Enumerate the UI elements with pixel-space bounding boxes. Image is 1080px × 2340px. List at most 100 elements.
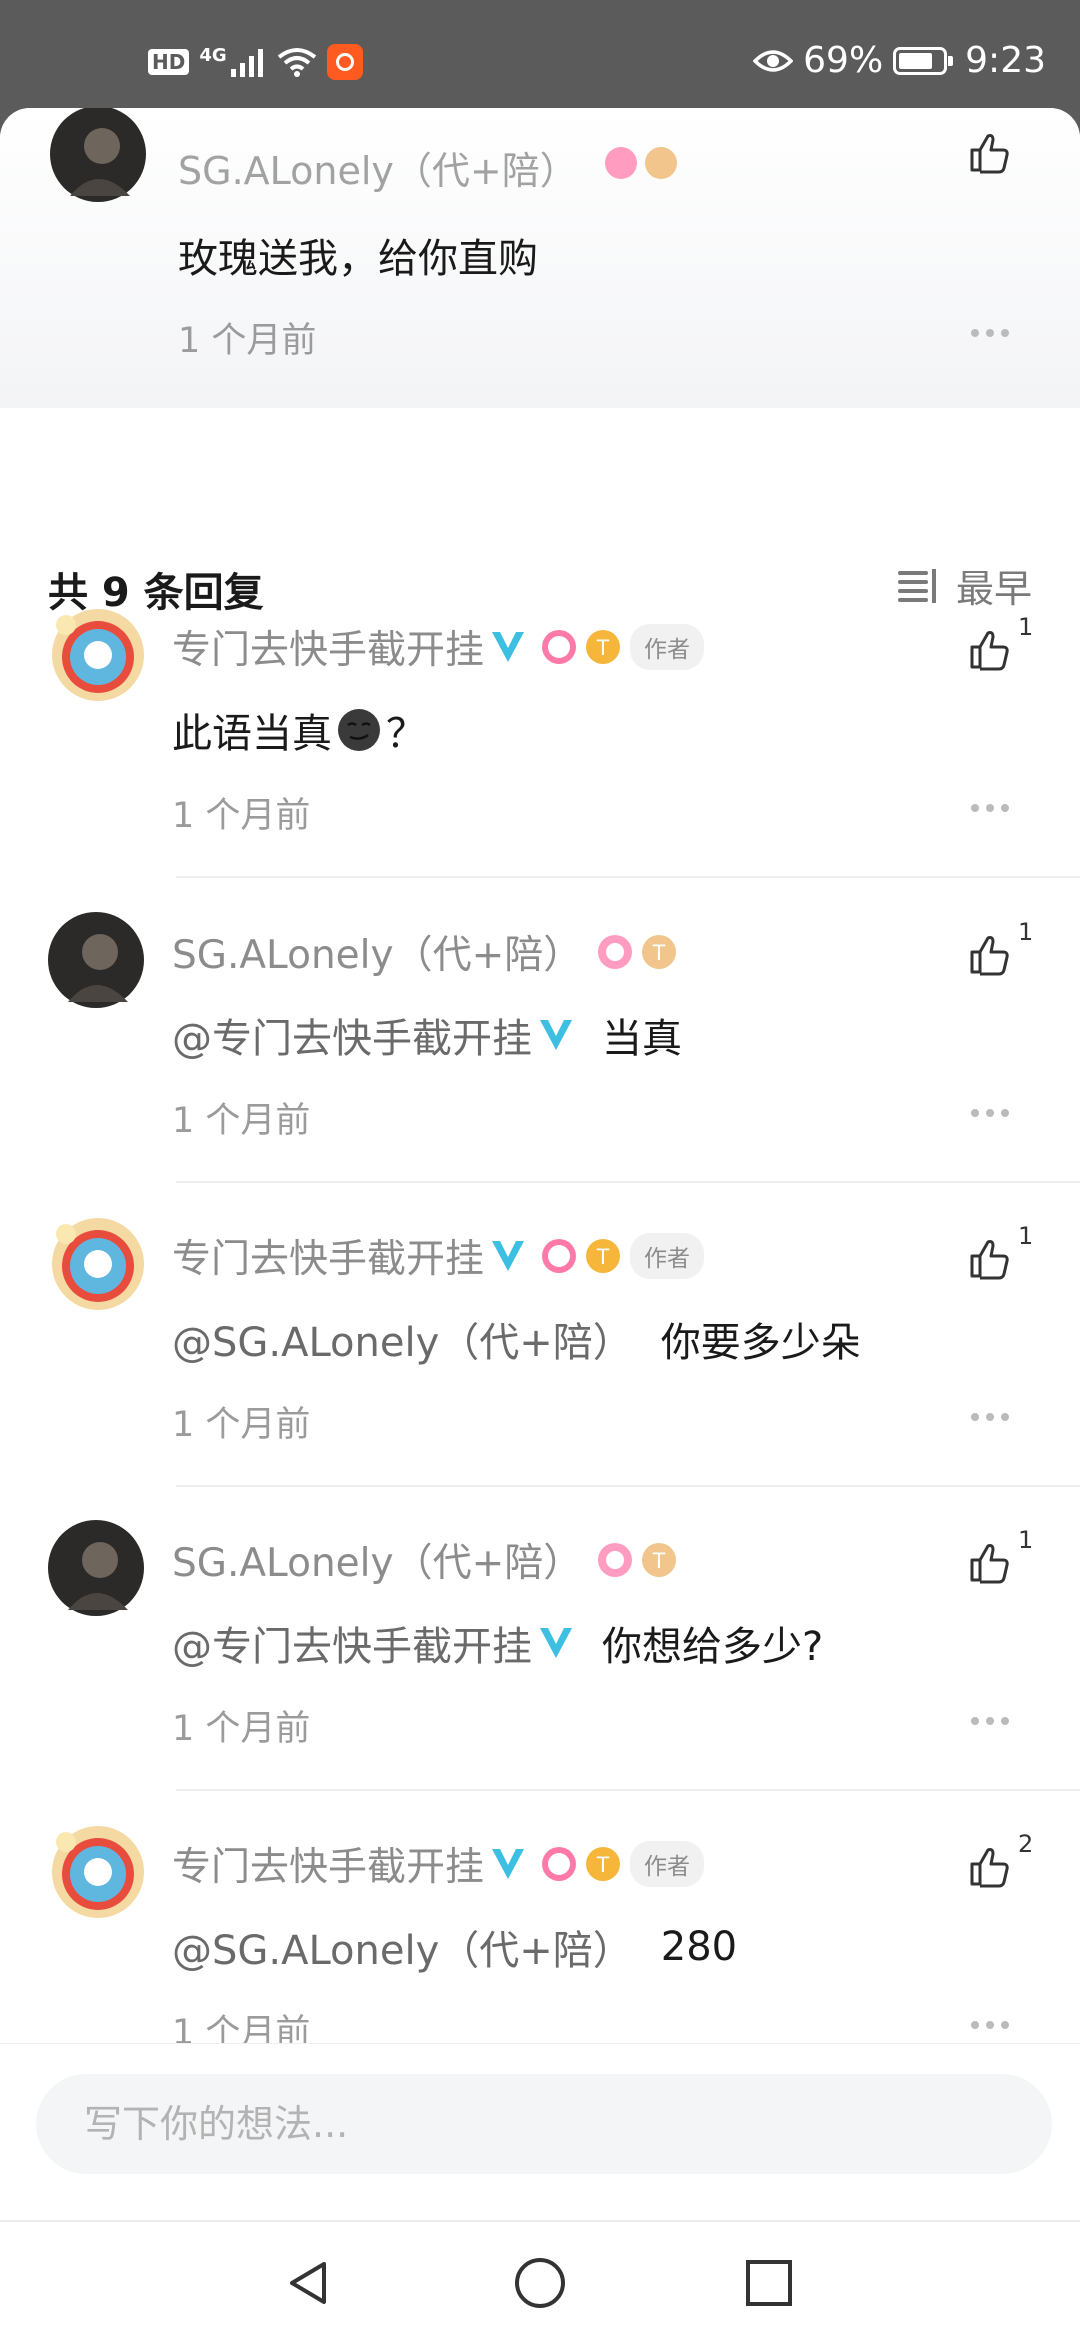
back-icon[interactable] [284, 2258, 334, 2308]
reply-text: 此语当真 [172, 711, 332, 757]
reply-text-suffix: ？ [386, 711, 426, 757]
like-count: 1 [1018, 1222, 1034, 1250]
pink-level-badge-icon [542, 1847, 577, 1881]
mention-link[interactable]: @SG.ALonely（代+陪） [172, 1918, 633, 1976]
like-icon[interactable] [966, 1538, 1014, 1586]
reply-item: SG.ALonely（代+陪） T 1 @专门去快手截开挂 当真 1 个月前 [0, 878, 1080, 1183]
mention-link[interactable]: @SG.ALonely（代+陪） [172, 1310, 633, 1368]
verified-v-icon [540, 1020, 572, 1050]
reply-item: 专门去快手截开挂 T 作者 1 @SG.ALonely（代+陪） 你要多少朵 1… [0, 1182, 1080, 1487]
mention-link[interactable]: @专门去快手截开挂 [172, 1614, 574, 1672]
like-count: 1 [1018, 1526, 1034, 1554]
reply-time: 1 个月前 [172, 1405, 311, 1445]
avatar[interactable] [48, 1822, 148, 1922]
verified-v-icon [492, 1849, 525, 1879]
more-options-icon[interactable] [970, 803, 1010, 813]
user-badges: T [596, 1541, 678, 1579]
more-options-icon[interactable] [970, 1716, 1010, 1726]
svg-text:T: T [653, 940, 666, 965]
gold-level-badge-icon: T [586, 1847, 621, 1881]
svg-text:T: T [596, 1244, 609, 1269]
avatar[interactable] [48, 1214, 148, 1314]
reply-author-name[interactable]: SG.ALonely（代+陪） [172, 1532, 582, 1588]
like-icon[interactable] [966, 1234, 1014, 1282]
reply-author-name[interactable]: 专门去快手截开挂 [172, 619, 484, 675]
eye-icon [753, 49, 794, 72]
clock: 9:23 [965, 40, 1046, 81]
avatar[interactable] [50, 108, 146, 202]
gold-level-badge-icon: T [642, 1543, 677, 1577]
reply-text: 280 [660, 1924, 738, 1970]
reply-content: @SG.ALonely（代+陪） 你要多少朵 [172, 1310, 861, 1368]
comment-sheet: SG.ALonely（代+陪） 玫瑰送我，给你直购 1 个月前 共 9 条回复 … [0, 108, 1080, 2340]
like-count: 1 [1018, 918, 1034, 946]
home-icon[interactable] [513, 2256, 567, 2310]
parent-comment: SG.ALonely（代+陪） 玫瑰送我，给你直购 1 个月前 [0, 108, 1080, 408]
author-tag: 作者 [630, 624, 705, 670]
like-icon[interactable] [966, 625, 1014, 673]
svg-text:T: T [596, 1852, 609, 1877]
kuaishou-app-icon [326, 44, 363, 80]
pink-level-badge-icon [598, 1543, 633, 1577]
user-badges: T [540, 1237, 622, 1275]
comment-input[interactable]: 写下你的想法... [36, 2074, 1052, 2174]
like-count: 1 [1018, 613, 1034, 641]
more-options-icon[interactable] [970, 2020, 1010, 2030]
signal-icon [230, 49, 263, 77]
battery-icon [893, 46, 954, 75]
pink-level-badge-icon [605, 147, 637, 179]
reply-author-name[interactable]: SG.ALonely（代+陪） [172, 924, 582, 980]
reply-header-row: 专门去快手截开挂 T 作者 [172, 1228, 705, 1284]
reply-header-row: SG.ALonely（代+陪） T [172, 1532, 678, 1588]
gold-level-badge-icon: T [642, 935, 677, 969]
reply-time: 1 个月前 [172, 1709, 311, 1749]
like-count: 2 [1018, 1830, 1034, 1858]
mention-text: @专门去快手截开挂 [172, 1016, 532, 1062]
verified-v-icon [540, 1628, 572, 1658]
pink-level-badge-icon [542, 630, 577, 664]
reply-item: SG.ALonely（代+陪） T 1 @专门去快手截开挂 你想给多少? 1 个… [0, 1486, 1080, 1791]
wifi-icon [277, 48, 316, 77]
reply-header-row: SG.ALonely（代+陪） T [172, 924, 678, 980]
avatar[interactable] [48, 1520, 144, 1616]
verified-v-icon [492, 632, 525, 662]
mention-text: @专门去快手截开挂 [172, 1624, 532, 1670]
reply-text: 你要多少朵 [660, 1320, 861, 1366]
pink-level-badge-icon [542, 1239, 577, 1273]
author-tag: 作者 [630, 1233, 705, 1279]
author-tag: 作者 [630, 1841, 705, 1887]
svg-text:T: T [596, 635, 609, 660]
reply-author-name[interactable]: 专门去快手截开挂 [172, 1228, 484, 1284]
user-badges [604, 146, 678, 180]
reply-item: 专门去快手截开挂 T 作者 1 此语当真 ？ 1 个月前 [0, 573, 1080, 878]
reply-text: 当真 [602, 1016, 682, 1062]
mention-text: @SG.ALonely（代+陪） [172, 1320, 633, 1366]
commenter-name[interactable]: SG.ALonely（代+陪） [178, 140, 578, 195]
comment-time: 1 个月前 [178, 321, 317, 361]
more-options-icon[interactable] [970, 328, 1010, 338]
reply-content: 此语当真 ？ [172, 701, 426, 759]
avatar[interactable] [48, 912, 144, 1008]
like-icon[interactable] [966, 128, 1014, 176]
more-options-icon[interactable] [970, 1412, 1010, 1422]
like-icon[interactable] [966, 930, 1014, 978]
mention-text: @SG.ALonely（代+陪） [172, 1928, 633, 1974]
pink-level-badge-icon [598, 935, 633, 969]
reply-text: 你想给多少? [602, 1624, 824, 1670]
reply-time: 1 个月前 [172, 1101, 311, 1141]
gold-level-badge-icon: T [586, 1239, 621, 1273]
more-options-icon[interactable] [970, 1108, 1010, 1118]
network-type: 4G [199, 44, 227, 66]
smirk-emoji-icon [338, 709, 380, 751]
like-icon[interactable] [966, 1842, 1014, 1890]
comment-text: 玫瑰送我，给你直购 [178, 236, 538, 282]
avatar[interactable] [48, 605, 148, 705]
reply-content: @专门去快手截开挂 当真 [172, 1006, 682, 1064]
reply-author-name[interactable]: 专门去快手截开挂 [172, 1836, 484, 1892]
reply-time: 1 个月前 [172, 796, 311, 836]
svg-text:T: T [653, 1548, 666, 1573]
system-navigation-bar [0, 2220, 1080, 2340]
recents-icon[interactable] [744, 2258, 794, 2308]
mention-link[interactable]: @专门去快手截开挂 [172, 1006, 574, 1064]
verified-v-icon [492, 1241, 525, 1271]
